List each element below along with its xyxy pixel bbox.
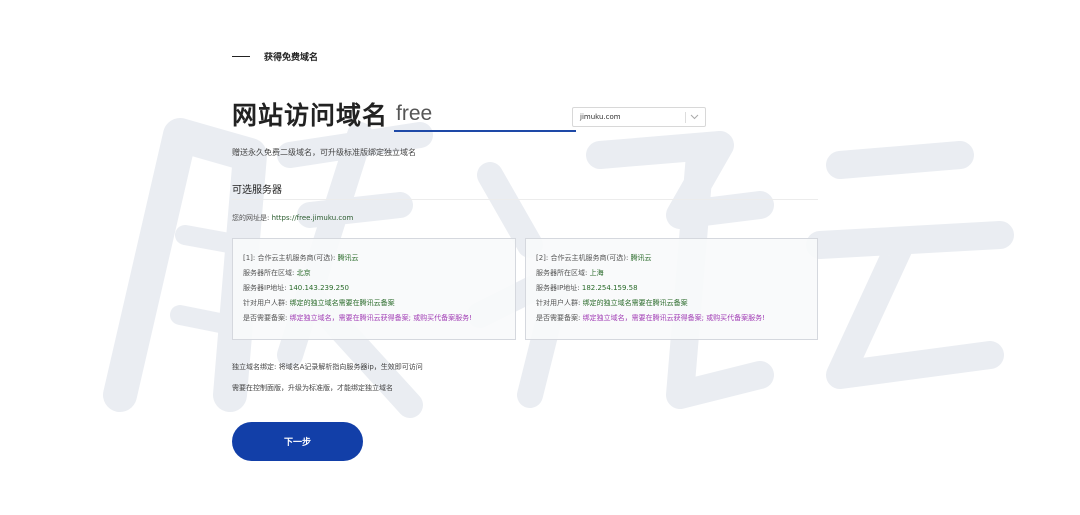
ip-label: 服务器IP地址:: [536, 284, 580, 292]
site-url-value: https://free.jimuku.com: [271, 214, 354, 222]
section-title: 获得免费域名: [264, 53, 319, 63]
filing-value: 绑定独立域名，需要在腾讯云获得备案; 或购买代备案服务!: [582, 314, 765, 322]
server-filing-row: 是否需要备案: 绑定独立域名，需要在腾讯云获得备案; 或购买代备案服务!: [536, 311, 817, 326]
server-provider-row: [1]: 合作云主机服务商(可选): 腾讯云: [243, 251, 515, 266]
server-region-row: 服务器所在区域: 上海: [536, 266, 817, 281]
filing-label: 是否需要备案:: [536, 314, 581, 322]
select-arrow: [685, 111, 705, 123]
domain-row: 网站访问域名: [232, 100, 577, 132]
server-filing-row: 是否需要备案: 绑定独立域名，需要在腾讯云获得备案; 或购买代备案服务!: [243, 311, 515, 326]
audience-label: 针对用户人群:: [536, 299, 581, 307]
audience-label: 针对用户人群:: [243, 299, 288, 307]
audience-value: 绑定的独立域名需要在腾讯云备案: [289, 299, 395, 307]
filing-label: 是否需要备案:: [243, 314, 288, 322]
ip-value: 182.254.159.58: [581, 284, 638, 292]
server-audience-row: 针对用户人群: 绑定的独立域名需要在腾讯云备案: [536, 296, 817, 311]
select-separator: [685, 111, 686, 123]
server-ip-row: 服务器IP地址: 140.143.239.250: [243, 281, 515, 296]
region-label: 服务器所在区域:: [243, 269, 295, 277]
server-card-2[interactable]: [2]: 合作云主机服务商(可选): 腾讯云 服务器所在区域: 上海 服务器IP…: [525, 238, 818, 340]
region-value: 北京: [296, 269, 311, 277]
server-provider-row: [2]: 合作云主机服务商(可选): 腾讯云: [536, 251, 817, 266]
servers-divider: [232, 199, 818, 200]
provider-value: 腾讯云: [337, 254, 359, 262]
domain-suffix-select[interactable]: jimuku.com: [572, 107, 706, 127]
note-line: 独立域名绑定: 将域名A记录解析指向服务器ip，生效即可访问: [232, 363, 423, 371]
subdomain-input[interactable]: [394, 101, 577, 132]
next-step-button[interactable]: 下一步: [232, 422, 363, 461]
region-label: 服务器所在区域:: [536, 269, 588, 277]
binding-notes: 独立域名绑定: 将域名A记录解析指向服务器ip，生效即可访问 需要在控制面版，升…: [232, 360, 423, 402]
domain-title: 网站访问域名: [232, 101, 389, 130]
section-dash: [232, 55, 250, 58]
domain-subtitle: 赠送永久免费二级域名，可升级标准版绑定独立域名: [232, 148, 416, 157]
server-region-row: 服务器所在区域: 北京: [243, 266, 515, 281]
page: 获得免费域名 网站访问域名 jimuku.com 赠送永久免费二级域名，可升级标…: [0, 0, 1080, 515]
note-line: 需要在控制面版，升级为标准版，才能绑定独立域名: [232, 384, 393, 392]
domain-suffix-value: jimuku.com: [580, 113, 621, 121]
site-url: 您的网址是: https://free.jimuku.com: [232, 213, 353, 223]
ip-label: 服务器IP地址:: [243, 284, 287, 292]
provider-value: 腾讯云: [630, 254, 652, 262]
server-card-1[interactable]: [1]: 合作云主机服务商(可选): 腾讯云 服务器所在区域: 北京 服务器IP…: [232, 238, 516, 340]
server-audience-row: 针对用户人群: 绑定的独立域名需要在腾讯云备案: [243, 296, 515, 311]
provider-label: [2]: 合作云主机服务商(可选):: [536, 254, 629, 262]
site-url-label: 您的网址是:: [232, 214, 270, 222]
section-header: 获得免费域名: [232, 50, 318, 63]
provider-label: [1]: 合作云主机服务商(可选):: [243, 254, 336, 262]
filing-value: 绑定独立域名，需要在腾讯云获得备案; 或购买代备案服务!: [289, 314, 472, 322]
server-ip-row: 服务器IP地址: 182.254.159.58: [536, 281, 817, 296]
region-value: 上海: [589, 269, 604, 277]
chevron-down-icon: [690, 114, 699, 120]
ip-value: 140.143.239.250: [288, 284, 350, 292]
servers-title: 可选服务器: [232, 185, 282, 196]
audience-value: 绑定的独立域名需要在腾讯云备案: [582, 299, 688, 307]
